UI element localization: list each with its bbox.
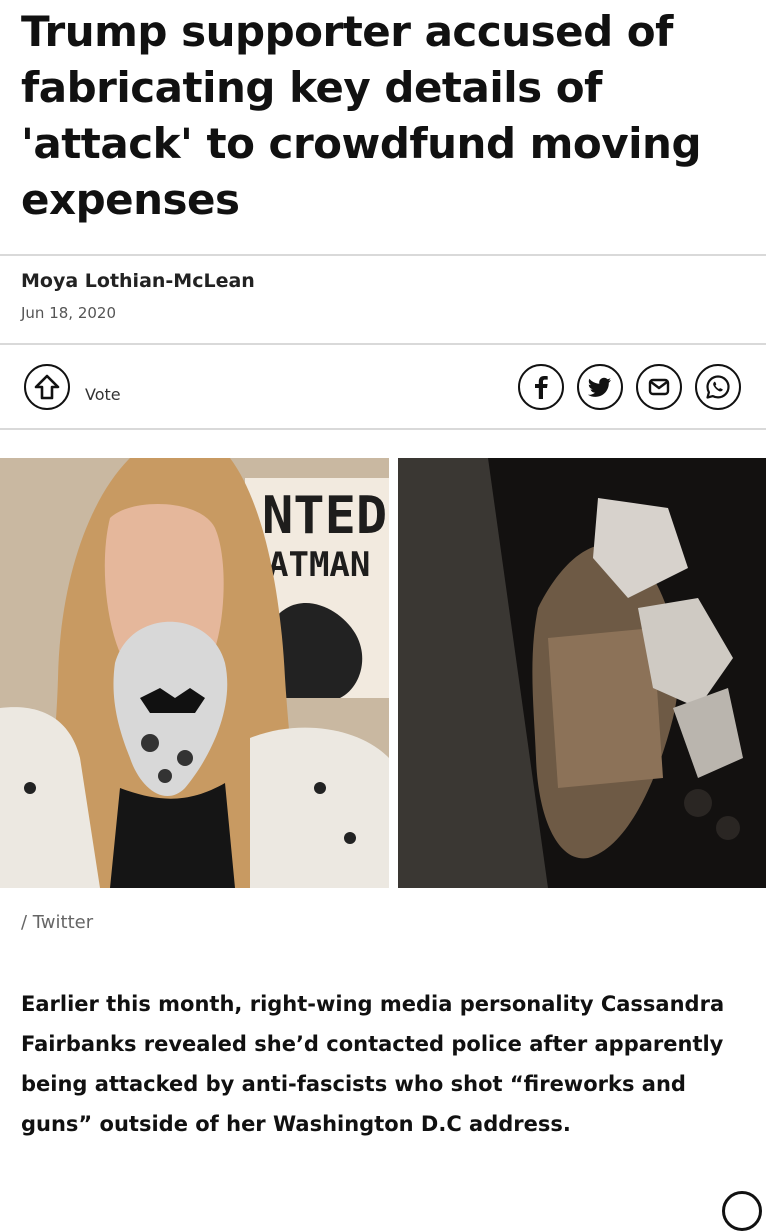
vote-label: Vote bbox=[85, 385, 121, 404]
image-caption: / Twitter bbox=[21, 912, 94, 933]
email-icon bbox=[648, 378, 670, 396]
share-facebook-button[interactable] bbox=[518, 364, 564, 410]
whatsapp-icon bbox=[706, 375, 730, 399]
twitter-icon bbox=[587, 377, 611, 397]
article-headline: Trump supporter accused of fabricating k… bbox=[21, 7, 702, 224]
upvote-button[interactable] bbox=[24, 364, 70, 410]
article-lede: Earlier this month, right-wing media per… bbox=[21, 992, 725, 1136]
publish-date: Jun 18, 2020 bbox=[21, 304, 117, 322]
divider bbox=[0, 254, 766, 256]
arrow-up-icon bbox=[34, 374, 60, 400]
article-photo-debris bbox=[398, 458, 766, 888]
share-whatsapp-button[interactable] bbox=[695, 364, 741, 410]
author-name[interactable]: Moya Lothian-McLean bbox=[21, 270, 255, 292]
scroll-button[interactable] bbox=[722, 1191, 762, 1231]
divider bbox=[0, 343, 766, 345]
poster-text-1: NTED bbox=[262, 486, 387, 546]
article-photo-selfie: NTED ATMAN bbox=[0, 458, 389, 888]
share-twitter-button[interactable] bbox=[577, 364, 623, 410]
share-email-button[interactable] bbox=[636, 364, 682, 410]
poster-text-2: ATMAN bbox=[268, 545, 370, 585]
facebook-icon bbox=[535, 376, 548, 399]
divider bbox=[0, 428, 766, 430]
